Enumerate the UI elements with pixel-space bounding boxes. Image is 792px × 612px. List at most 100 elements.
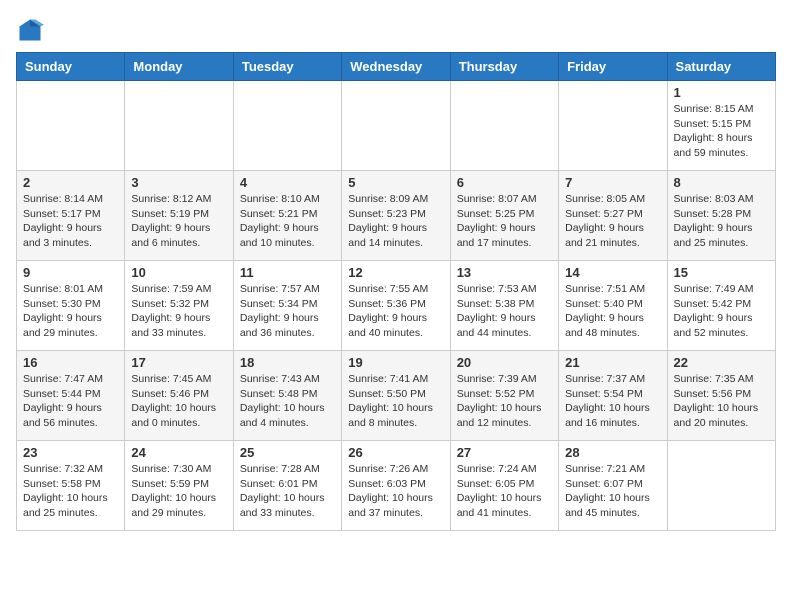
calendar-cell xyxy=(342,81,450,171)
day-info: Sunrise: 7:35 AM Sunset: 5:56 PM Dayligh… xyxy=(674,372,769,431)
calendar-cell: 16 Sunrise: 7:47 AM Sunset: 5:44 PM Dayli… xyxy=(17,351,125,441)
calendar-cell: 13 Sunrise: 7:53 AM Sunset: 5:38 PM Dayli… xyxy=(450,261,558,351)
weekday-header-sunday: Sunday xyxy=(17,53,125,81)
calendar-cell: 3 Sunrise: 8:12 AM Sunset: 5:19 PM Daylig… xyxy=(125,171,233,261)
day-info: Sunrise: 8:09 AM Sunset: 5:23 PM Dayligh… xyxy=(348,192,443,251)
day-number: 23 xyxy=(23,445,118,460)
day-number: 3 xyxy=(131,175,226,190)
day-number: 8 xyxy=(674,175,769,190)
day-info: Sunrise: 8:10 AM Sunset: 5:21 PM Dayligh… xyxy=(240,192,335,251)
logo xyxy=(16,16,48,44)
calendar-cell: 18 Sunrise: 7:43 AM Sunset: 5:48 PM Dayli… xyxy=(233,351,341,441)
calendar-header-row: SundayMondayTuesdayWednesdayThursdayFrid… xyxy=(17,53,776,81)
day-info: Sunrise: 8:15 AM Sunset: 5:15 PM Dayligh… xyxy=(674,102,769,161)
day-info: Sunrise: 7:32 AM Sunset: 5:58 PM Dayligh… xyxy=(23,462,118,521)
day-number: 24 xyxy=(131,445,226,460)
day-number: 4 xyxy=(240,175,335,190)
day-info: Sunrise: 8:01 AM Sunset: 5:30 PM Dayligh… xyxy=(23,282,118,341)
day-info: Sunrise: 7:45 AM Sunset: 5:46 PM Dayligh… xyxy=(131,372,226,431)
day-number: 14 xyxy=(565,265,660,280)
calendar-cell: 26 Sunrise: 7:26 AM Sunset: 6:03 PM Dayli… xyxy=(342,441,450,531)
day-number: 19 xyxy=(348,355,443,370)
day-number: 5 xyxy=(348,175,443,190)
calendar-cell xyxy=(559,81,667,171)
day-info: Sunrise: 8:05 AM Sunset: 5:27 PM Dayligh… xyxy=(565,192,660,251)
day-info: Sunrise: 7:55 AM Sunset: 5:36 PM Dayligh… xyxy=(348,282,443,341)
calendar-cell: 22Sunrise: 7:35 AM Sunset: 5:56 PM Dayli… xyxy=(667,351,775,441)
calendar-cell: 11 Sunrise: 7:57 AM Sunset: 5:34 PM Dayli… xyxy=(233,261,341,351)
calendar-cell: 8 Sunrise: 8:03 AM Sunset: 5:28 PM Daylig… xyxy=(667,171,775,261)
day-number: 16 xyxy=(23,355,118,370)
calendar-cell: 17 Sunrise: 7:45 AM Sunset: 5:46 PM Dayli… xyxy=(125,351,233,441)
day-info: Sunrise: 7:57 AM Sunset: 5:34 PM Dayligh… xyxy=(240,282,335,341)
day-number: 6 xyxy=(457,175,552,190)
calendar-cell: 4 Sunrise: 8:10 AM Sunset: 5:21 PM Daylig… xyxy=(233,171,341,261)
day-info: Sunrise: 8:03 AM Sunset: 5:28 PM Dayligh… xyxy=(674,192,769,251)
day-number: 28 xyxy=(565,445,660,460)
calendar-table: SundayMondayTuesdayWednesdayThursdayFrid… xyxy=(16,52,776,531)
page-header xyxy=(16,16,776,44)
weekday-header-friday: Friday xyxy=(559,53,667,81)
calendar-cell: 5 Sunrise: 8:09 AM Sunset: 5:23 PM Daylig… xyxy=(342,171,450,261)
day-info: Sunrise: 7:39 AM Sunset: 5:52 PM Dayligh… xyxy=(457,372,552,431)
calendar-cell: 27 Sunrise: 7:24 AM Sunset: 6:05 PM Dayli… xyxy=(450,441,558,531)
day-number: 9 xyxy=(23,265,118,280)
day-number: 26 xyxy=(348,445,443,460)
day-number: 11 xyxy=(240,265,335,280)
day-info: Sunrise: 8:14 AM Sunset: 5:17 PM Dayligh… xyxy=(23,192,118,251)
weekday-header-saturday: Saturday xyxy=(667,53,775,81)
day-number: 27 xyxy=(457,445,552,460)
weekday-header-monday: Monday xyxy=(125,53,233,81)
logo-icon xyxy=(16,16,44,44)
day-info: Sunrise: 7:47 AM Sunset: 5:44 PM Dayligh… xyxy=(23,372,118,431)
calendar-cell: 20 Sunrise: 7:39 AM Sunset: 5:52 PM Dayli… xyxy=(450,351,558,441)
calendar-cell: 2Sunrise: 8:14 AM Sunset: 5:17 PM Daylig… xyxy=(17,171,125,261)
day-number: 13 xyxy=(457,265,552,280)
calendar-cell xyxy=(233,81,341,171)
calendar-cell xyxy=(450,81,558,171)
calendar-cell: 19 Sunrise: 7:41 AM Sunset: 5:50 PM Dayli… xyxy=(342,351,450,441)
day-number: 12 xyxy=(348,265,443,280)
calendar-cell: 25Sunrise: 7:28 AM Sunset: 6:01 PM Dayli… xyxy=(233,441,341,531)
calendar-cell xyxy=(17,81,125,171)
day-info: Sunrise: 7:26 AM Sunset: 6:03 PM Dayligh… xyxy=(348,462,443,521)
calendar-cell: 23 Sunrise: 7:32 AM Sunset: 5:58 PM Dayli… xyxy=(17,441,125,531)
calendar-cell xyxy=(667,441,775,531)
calendar-cell: 10Sunrise: 7:59 AM Sunset: 5:32 PM Dayli… xyxy=(125,261,233,351)
calendar-cell: 1 Sunrise: 8:15 AM Sunset: 5:15 PM Daylig… xyxy=(667,81,775,171)
day-info: Sunrise: 7:49 AM Sunset: 5:42 PM Dayligh… xyxy=(674,282,769,341)
day-number: 21 xyxy=(565,355,660,370)
day-info: Sunrise: 7:28 AM Sunset: 6:01 PM Dayligh… xyxy=(240,462,335,521)
calendar-week-2: 2Sunrise: 8:14 AM Sunset: 5:17 PM Daylig… xyxy=(17,171,776,261)
day-info: Sunrise: 7:59 AM Sunset: 5:32 PM Dayligh… xyxy=(131,282,226,341)
calendar-cell: 9 Sunrise: 8:01 AM Sunset: 5:30 PM Daylig… xyxy=(17,261,125,351)
day-number: 17 xyxy=(131,355,226,370)
day-info: Sunrise: 7:21 AM Sunset: 6:07 PM Dayligh… xyxy=(565,462,660,521)
day-number: 15 xyxy=(674,265,769,280)
day-number: 20 xyxy=(457,355,552,370)
calendar-cell: 24 Sunrise: 7:30 AM Sunset: 5:59 PM Dayli… xyxy=(125,441,233,531)
weekday-header-wednesday: Wednesday xyxy=(342,53,450,81)
calendar-cell: 7Sunrise: 8:05 AM Sunset: 5:27 PM Daylig… xyxy=(559,171,667,261)
day-info: Sunrise: 7:30 AM Sunset: 5:59 PM Dayligh… xyxy=(131,462,226,521)
calendar-week-3: 9 Sunrise: 8:01 AM Sunset: 5:30 PM Daylig… xyxy=(17,261,776,351)
day-info: Sunrise: 7:53 AM Sunset: 5:38 PM Dayligh… xyxy=(457,282,552,341)
day-info: Sunrise: 7:41 AM Sunset: 5:50 PM Dayligh… xyxy=(348,372,443,431)
calendar-cell: 15 Sunrise: 7:49 AM Sunset: 5:42 PM Dayli… xyxy=(667,261,775,351)
weekday-header-tuesday: Tuesday xyxy=(233,53,341,81)
calendar-week-1: 1 Sunrise: 8:15 AM Sunset: 5:15 PM Daylig… xyxy=(17,81,776,171)
calendar-cell xyxy=(125,81,233,171)
day-info: Sunrise: 7:24 AM Sunset: 6:05 PM Dayligh… xyxy=(457,462,552,521)
calendar-cell: 12 Sunrise: 7:55 AM Sunset: 5:36 PM Dayli… xyxy=(342,261,450,351)
calendar-week-4: 16 Sunrise: 7:47 AM Sunset: 5:44 PM Dayli… xyxy=(17,351,776,441)
day-info: Sunrise: 8:12 AM Sunset: 5:19 PM Dayligh… xyxy=(131,192,226,251)
weekday-header-thursday: Thursday xyxy=(450,53,558,81)
day-number: 1 xyxy=(674,85,769,100)
calendar-cell: 6Sunrise: 8:07 AM Sunset: 5:25 PM Daylig… xyxy=(450,171,558,261)
day-info: Sunrise: 7:37 AM Sunset: 5:54 PM Dayligh… xyxy=(565,372,660,431)
calendar-cell: 14Sunrise: 7:51 AM Sunset: 5:40 PM Dayli… xyxy=(559,261,667,351)
calendar-cell: 21 Sunrise: 7:37 AM Sunset: 5:54 PM Dayli… xyxy=(559,351,667,441)
calendar-cell: 28 Sunrise: 7:21 AM Sunset: 6:07 PM Dayli… xyxy=(559,441,667,531)
day-info: Sunrise: 7:43 AM Sunset: 5:48 PM Dayligh… xyxy=(240,372,335,431)
day-number: 18 xyxy=(240,355,335,370)
